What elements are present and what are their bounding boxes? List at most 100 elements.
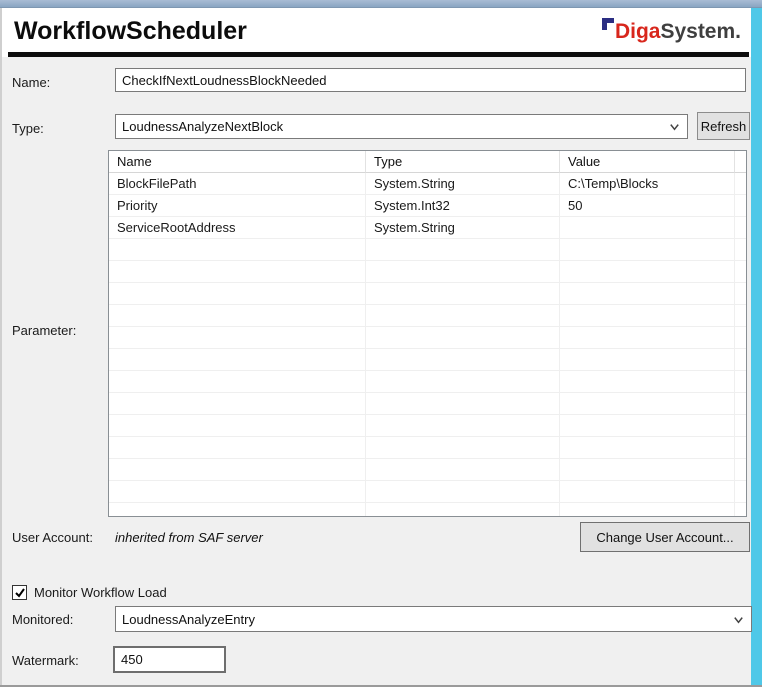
- chevron-down-icon: [668, 120, 681, 133]
- type-dropdown[interactable]: LoudnessAnalyzeNextBlock: [115, 114, 688, 139]
- cell-empty: [109, 481, 366, 503]
- monitored-dropdown[interactable]: LoudnessAnalyzeEntry: [115, 606, 752, 632]
- cell-empty: [366, 283, 560, 305]
- cell-empty: [560, 415, 735, 437]
- cell-empty: [366, 327, 560, 349]
- table-row-empty[interactable]: [109, 349, 746, 371]
- cell-empty: [560, 503, 735, 517]
- cell-empty: [735, 393, 747, 415]
- cell-empty: [560, 283, 735, 305]
- cell-empty: [366, 415, 560, 437]
- monitored-label: Monitored:: [12, 612, 73, 627]
- column-header-spacer: [735, 151, 747, 173]
- cell-empty: [109, 503, 366, 517]
- cell-value[interactable]: [560, 217, 735, 239]
- cell-empty: [735, 437, 747, 459]
- cell-empty: [560, 371, 735, 393]
- table-row-empty[interactable]: [109, 327, 746, 349]
- cell-type[interactable]: System.Int32: [366, 195, 560, 217]
- brand-diga-text: Diga: [615, 20, 661, 44]
- window-left-edge: [0, 8, 2, 687]
- cell-empty: [366, 393, 560, 415]
- table-row-empty[interactable]: [109, 239, 746, 261]
- table-row[interactable]: ServiceRootAddress System.String: [109, 217, 746, 239]
- table-row-empty[interactable]: [109, 437, 746, 459]
- header: WorkflowScheduler DigaSystem.: [2, 8, 751, 57]
- table-row-empty[interactable]: [109, 305, 746, 327]
- cell-empty: [366, 459, 560, 481]
- cell-type[interactable]: System.String: [366, 173, 560, 195]
- user-account-value: inherited from SAF server: [115, 530, 263, 545]
- watermark-label: Watermark:: [12, 653, 79, 668]
- cell-empty: [735, 371, 747, 393]
- brand-flag-icon: [602, 18, 614, 30]
- cell-empty: [560, 459, 735, 481]
- monitor-workflow-load-checkbox[interactable]: Monitor Workflow Load: [12, 585, 167, 600]
- cell-empty: [560, 349, 735, 371]
- cell-empty: [109, 459, 366, 481]
- cell-empty: [560, 239, 735, 261]
- cell-empty: [560, 327, 735, 349]
- column-header-value[interactable]: Value: [560, 151, 735, 173]
- cell-empty: [109, 283, 366, 305]
- checkbox-box[interactable]: [12, 585, 27, 600]
- cell-empty: [735, 327, 747, 349]
- page-title: WorkflowScheduler: [14, 17, 247, 46]
- cell-value[interactable]: C:\Temp\Blocks: [560, 173, 735, 195]
- parameter-table[interactable]: Name Type Value BlockFilePath System.Str…: [108, 150, 747, 517]
- change-user-account-button[interactable]: Change User Account...: [580, 522, 750, 552]
- cell-empty: [109, 437, 366, 459]
- table-row-empty[interactable]: [109, 459, 746, 481]
- cell-empty: [735, 481, 747, 503]
- column-header-type[interactable]: Type: [366, 151, 560, 173]
- chevron-down-icon: [732, 613, 745, 626]
- table-row-empty[interactable]: [109, 261, 746, 283]
- cell-empty: [366, 481, 560, 503]
- column-header-name[interactable]: Name: [109, 151, 366, 173]
- watermark-input[interactable]: [113, 646, 226, 673]
- table-row-empty[interactable]: [109, 503, 746, 517]
- cell-empty: [560, 437, 735, 459]
- cell-empty: [109, 305, 366, 327]
- parameter-table-header: Name Type Value: [109, 151, 746, 173]
- cell-empty: [560, 481, 735, 503]
- cell-empty: [735, 503, 747, 517]
- cell-empty: [560, 393, 735, 415]
- cell-empty: [366, 239, 560, 261]
- cell-empty: [109, 393, 366, 415]
- cell-empty: [735, 283, 747, 305]
- cell-empty: [366, 349, 560, 371]
- table-row-empty[interactable]: [109, 283, 746, 305]
- cell-empty: [366, 437, 560, 459]
- table-row-empty[interactable]: [109, 393, 746, 415]
- cell-name[interactable]: ServiceRootAddress: [109, 217, 366, 239]
- table-row[interactable]: BlockFilePath System.String C:\Temp\Bloc…: [109, 173, 746, 195]
- name-input[interactable]: [115, 68, 746, 92]
- header-divider: [8, 52, 749, 57]
- monitored-dropdown-value: LoudnessAnalyzeEntry: [122, 612, 255, 627]
- type-label: Type:: [12, 121, 44, 136]
- type-dropdown-value: LoudnessAnalyzeNextBlock: [122, 119, 283, 134]
- cell-empty: [109, 349, 366, 371]
- cell-name[interactable]: Priority: [109, 195, 366, 217]
- cell-empty: [735, 415, 747, 437]
- cell-empty: [735, 305, 747, 327]
- name-label: Name:: [12, 75, 50, 90]
- brand-system-text: System.: [660, 20, 741, 44]
- refresh-button[interactable]: Refresh: [697, 112, 750, 140]
- cell-empty: [366, 503, 560, 517]
- cell-empty: [560, 305, 735, 327]
- cell-empty: [109, 239, 366, 261]
- table-row-empty[interactable]: [109, 415, 746, 437]
- table-row[interactable]: Priority System.Int32 50: [109, 195, 746, 217]
- cell-empty: [366, 305, 560, 327]
- table-row-empty[interactable]: [109, 371, 746, 393]
- cell-empty: [109, 415, 366, 437]
- cell-value[interactable]: 50: [560, 195, 735, 217]
- cell-empty: [109, 327, 366, 349]
- window-accent-border: [751, 8, 762, 687]
- cell-type[interactable]: System.String: [366, 217, 560, 239]
- cell-name[interactable]: BlockFilePath: [109, 173, 366, 195]
- table-row-empty[interactable]: [109, 481, 746, 503]
- digasystem-logo: DigaSystem.: [602, 20, 741, 44]
